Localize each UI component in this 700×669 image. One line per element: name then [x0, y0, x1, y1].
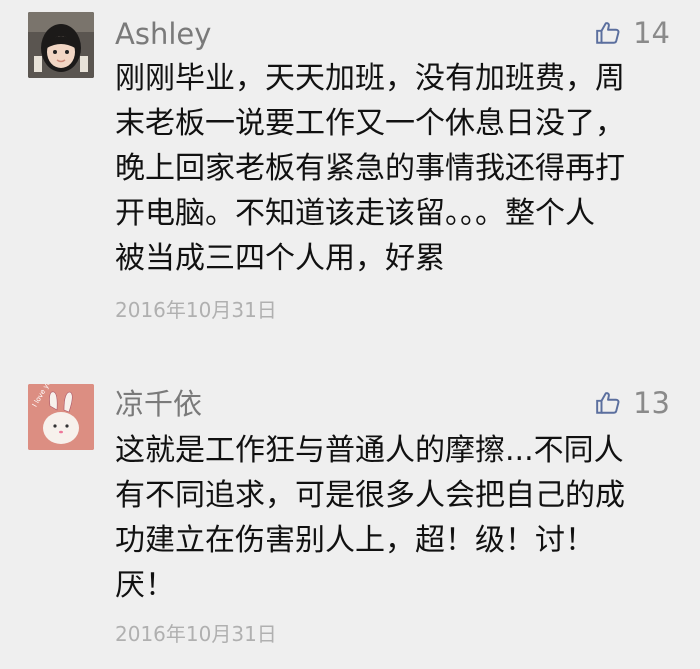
avatar[interactable]	[28, 12, 94, 78]
like-button[interactable]: 13	[595, 383, 670, 423]
like-count: 13	[633, 386, 670, 420]
comment-line: 功建立在伤害别人上，超！级！讨！	[115, 523, 595, 558]
comment-body: 刚刚毕业，天天加班，没有加班费，周 末老板一说要工作又一个休息日没了， 晚上回家…	[115, 56, 675, 281]
comment-line: 有不同追求，可是很多人会把自己的成	[115, 478, 625, 513]
like-count: 14	[633, 16, 670, 50]
commenter-name[interactable]: 凉千依	[115, 384, 202, 424]
comment-line: 这就是工作狂与普通人的摩擦...不同人	[115, 433, 624, 468]
comment-line: 刚刚毕业，天天加班，没有加班费，周	[115, 61, 625, 96]
thumbs-up-icon	[596, 392, 620, 414]
comment-line: 末老板一说要工作又一个休息日没了，	[115, 106, 625, 141]
child-photo-avatar-icon	[28, 12, 94, 78]
comment-line: 晚上回家老板有紧急的事情我还得再打	[115, 151, 625, 186]
comment-date: 2016年10月31日	[115, 622, 277, 646]
like-button[interactable]: 14	[595, 13, 670, 53]
comment-line: 被当成三四个人用，好累	[115, 241, 445, 276]
comment-body: 这就是工作狂与普通人的摩擦...不同人 有不同追求，可是很多人会把自己的成 功建…	[115, 428, 675, 608]
thumbs-up-icon	[596, 22, 620, 44]
avatar[interactable]: I love you	[28, 384, 94, 450]
comment-line: 厌！	[115, 568, 175, 603]
comment-date: 2016年10月31日	[115, 298, 277, 322]
bunny-avatar-icon: I love you	[28, 384, 94, 450]
commenter-name[interactable]: Ashley	[115, 14, 211, 54]
comment-line: 开电脑。不知道该走该留。。。整个人	[115, 196, 595, 231]
